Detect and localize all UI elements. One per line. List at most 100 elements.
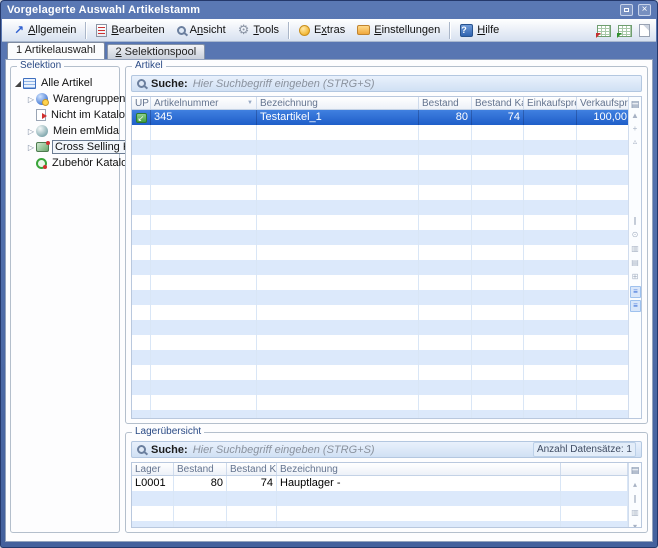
pause-icon[interactable]: ∥: [629, 215, 641, 227]
column-header-label: Lager: [135, 463, 161, 475]
table-import-icon[interactable]: [597, 25, 611, 37]
expand-icon[interactable]: ▷: [26, 127, 36, 136]
column-header-artikelnummer[interactable]: Artikelnummer▼: [151, 97, 257, 109]
cell-verkaufspreis: [577, 275, 628, 290]
restore-button[interactable]: [620, 4, 633, 16]
lager-search-input[interactable]: [193, 444, 528, 456]
cell-bestand: [419, 230, 472, 245]
menu-item-einstellungen[interactable]: Einstellungen: [351, 22, 446, 38]
menu-item-hilfe[interactable]: ?Hilfe: [454, 22, 505, 39]
cell-artikelnummer: [151, 245, 257, 260]
filter-icon[interactable]: ▼: [247, 97, 253, 109]
table-row-empty: [132, 305, 628, 320]
cell-verkaufspreis: [577, 410, 628, 418]
cell-bestand: [419, 365, 472, 380]
cell-einkaufspreis: [524, 230, 577, 245]
tree-item-mein-emmida[interactable]: ▷Mein emMida: [11, 123, 119, 139]
pause-icon[interactable]: ∥: [629, 493, 641, 505]
column-header-col4[interactable]: [561, 463, 628, 475]
tree-item-alle-artikel[interactable]: ◢ Alle Artikel: [11, 75, 119, 91]
cell-einkaufspreis: [524, 245, 577, 260]
cell-bestand-kalk: [227, 506, 277, 521]
cell-einkaufspreis: [524, 170, 577, 185]
column-header-verkaufspreis[interactable]: Verkaufspreis: [577, 97, 628, 109]
artikel-grid-toolstrip: ▤▲+▵∥⊙▥▤⊞≡≡: [628, 97, 641, 418]
column-header-bezeichnung[interactable]: Bezeichnung: [277, 463, 561, 475]
column-header-bestand[interactable]: Bestand: [419, 97, 472, 109]
expand-icon[interactable]: ▷: [26, 143, 36, 152]
table-row-empty: [132, 521, 628, 527]
column-header-up[interactable]: UP: [132, 97, 151, 109]
column-chooser-icon[interactable]: ▤: [629, 464, 641, 476]
selektion-caption: Selektion: [17, 60, 64, 71]
cell-bezeichnung: [257, 125, 419, 140]
close-button[interactable]: ×: [638, 4, 651, 16]
cell-bestand: [419, 170, 472, 185]
cell-artikelnummer: [151, 230, 257, 245]
list-view-icon[interactable]: ≡: [630, 286, 641, 298]
column-header-bestand-kalk[interactable]: Bestand Kalk.: [472, 97, 524, 109]
column-header-bezeichnung[interactable]: Bezeichnung: [257, 97, 419, 109]
artikel-grid: UPArtikelnummer▼BezeichnungBestandBestan…: [131, 96, 642, 419]
cell-bestand: [419, 200, 472, 215]
new-page-icon[interactable]: [639, 24, 650, 37]
cell-einkaufspreis: [524, 185, 577, 200]
edit-cells-icon[interactable]: ▥: [629, 507, 641, 519]
cell-artikelnummer: [151, 380, 257, 395]
menu-item-bearbeiten[interactable]: Bearbeiten: [90, 22, 170, 39]
tree-item-cross-selling-katalog[interactable]: ▷Cross Selling Katalog: [11, 139, 119, 155]
magnifier-icon: [177, 26, 186, 35]
menu-item-tools[interactable]: ⚙Tools: [232, 20, 285, 40]
cell-einkaufspreis: [524, 320, 577, 335]
tree-item-zubeh-r-katalog[interactable]: Zubehör Katalog: [11, 155, 119, 171]
table-row[interactable]: ↙345Testartikel_18074100,00: [132, 110, 628, 125]
cell-artikelnummer: [151, 320, 257, 335]
tab-1-artikelauswahl[interactable]: 1 Artikelauswahl: [7, 42, 105, 59]
column-header-bestand-kalk[interactable]: Bestand Kalk.: [227, 463, 277, 475]
layout-icon[interactable]: ⊞: [629, 271, 641, 283]
edit-cells-icon[interactable]: ▥: [629, 243, 641, 255]
cell-bestand-kalk: 74: [472, 110, 524, 125]
grid-view-icon[interactable]: ≡: [630, 300, 641, 312]
cell-up: [132, 365, 151, 380]
table-row-empty: [132, 230, 628, 245]
filter-panel-icon[interactable]: ▤: [629, 257, 641, 269]
table-row-empty: [132, 140, 628, 155]
artikel-search-input[interactable]: [193, 78, 636, 90]
tree-item-nicht-im-katalog[interactable]: Nicht im Katalog: [11, 107, 119, 123]
cell-col4: [561, 491, 628, 506]
scroll-top-icon[interactable]: ▲: [629, 110, 641, 122]
menu-item-ansicht[interactable]: Ansicht: [171, 22, 232, 38]
scroll-down-icon[interactable]: ▾: [629, 521, 641, 528]
scroll-up-icon[interactable]: ▴: [629, 479, 641, 491]
column-chooser-icon[interactable]: ▤: [629, 98, 641, 110]
column-header-bestand[interactable]: Bestand: [174, 463, 227, 475]
cell-lager: L0001: [132, 476, 174, 491]
lager-grid-body: L00018074Hauptlager -: [132, 476, 628, 527]
tab-2-selektionspool[interactable]: 2 Selektionspool: [107, 44, 206, 59]
cell-bestand: [419, 335, 472, 350]
table-export-icon[interactable]: [618, 25, 632, 37]
cell-bestand-kalk: 74: [227, 476, 277, 491]
cell-bestand: 80: [174, 476, 227, 491]
cell-up: [132, 350, 151, 365]
zoom-icon[interactable]: ⊙: [629, 229, 641, 241]
cell-up: [132, 275, 151, 290]
cell-einkaufspreis: [524, 155, 577, 170]
menu-item-extras[interactable]: Extras: [293, 22, 351, 38]
cell-bestand: [419, 215, 472, 230]
table-row-empty: [132, 365, 628, 380]
tree-item-warengruppen[interactable]: ▷Warengruppen: [11, 91, 119, 107]
tree-item-label: Alle Artikel: [39, 77, 94, 89]
menu-item-allgemein[interactable]: ↗Allgemein: [8, 21, 82, 39]
expand-icon[interactable]: ▷: [26, 95, 36, 104]
cell-bezeichnung: [257, 230, 419, 245]
table-row[interactable]: L00018074Hauptlager -: [132, 476, 628, 491]
collapse-icon[interactable]: ◢: [13, 79, 23, 88]
add-row-icon[interactable]: +: [629, 123, 641, 135]
column-header-lager[interactable]: Lager: [132, 463, 174, 475]
column-header-label: Einkaufspreis: [527, 97, 577, 109]
column-header-einkaufspreis[interactable]: Einkaufspreis: [524, 97, 577, 109]
cell-up: [132, 290, 151, 305]
scroll-up-icon[interactable]: ▵: [629, 136, 641, 148]
